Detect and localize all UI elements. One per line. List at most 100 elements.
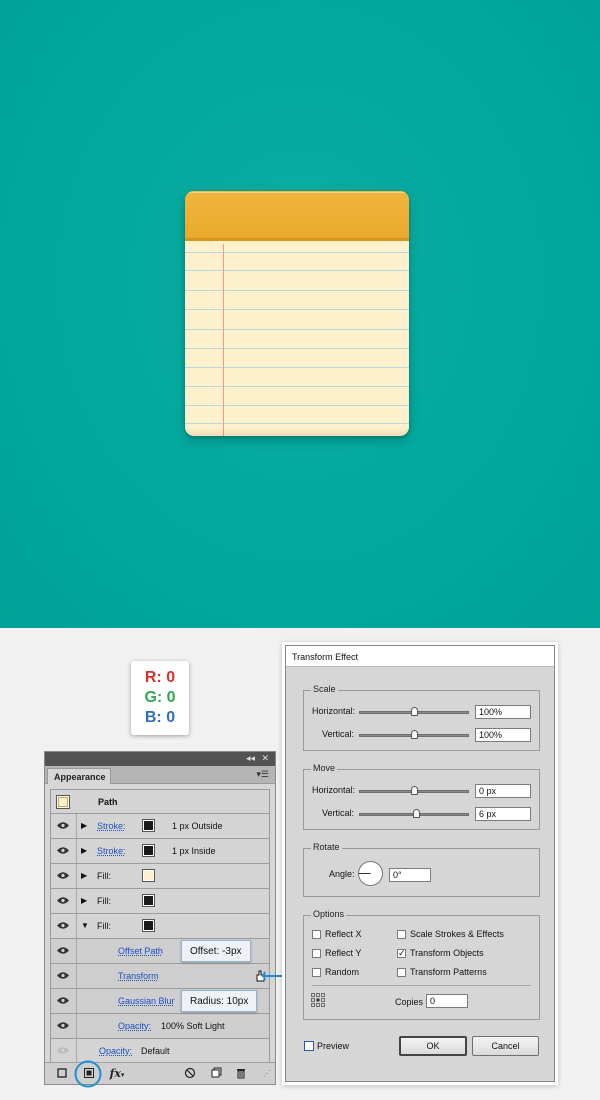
move-horizontal-input[interactable]: 0 px xyxy=(475,784,531,798)
move-horizontal-slider[interactable] xyxy=(411,786,418,795)
move-vertical-label: Vertical: xyxy=(322,808,355,818)
eye-icon[interactable] xyxy=(57,946,69,955)
close-panel-icon[interactable]: ✕ xyxy=(261,753,269,764)
expand-arrow-icon[interactable]: ▶ xyxy=(81,821,87,830)
rgb-color-card: R: 0 G: 0 B: 0 xyxy=(131,661,189,735)
notepad-rule-line xyxy=(185,367,409,368)
copies-input[interactable]: 0 xyxy=(426,994,468,1008)
resize-grip-icon[interactable]: ⋰ xyxy=(260,1067,274,1081)
options-group-label: Options xyxy=(311,909,347,919)
scale-group-label: Scale xyxy=(311,684,338,694)
scale-horizontal-input[interactable]: 100% xyxy=(475,705,531,719)
eye-icon[interactable] xyxy=(57,996,69,1005)
fill-swatch[interactable] xyxy=(142,869,155,882)
clear-appearance-icon[interactable] xyxy=(183,1067,197,1081)
stroke-detail: 1 px Inside xyxy=(172,846,216,856)
move-vertical-input[interactable]: 6 px xyxy=(475,807,531,821)
angle-dial-icon[interactable] xyxy=(357,860,384,887)
eye-icon[interactable] xyxy=(57,921,69,930)
object-opacity-link[interactable]: Opacity: xyxy=(99,1046,132,1056)
panel-menu-icon[interactable]: ▾☰ xyxy=(256,769,269,780)
notepad-rule-line xyxy=(185,348,409,349)
fill-row[interactable]: ▶ Fill: xyxy=(50,864,270,889)
gaussian-blur-link[interactable]: Gaussian Blur xyxy=(118,996,175,1006)
collapse-panel-icon[interactable]: ◂◂ xyxy=(246,753,255,764)
object-opacity-value: Default xyxy=(141,1046,170,1056)
dialog-title: Transform Effect xyxy=(286,646,554,667)
fill-swatch[interactable] xyxy=(142,919,155,932)
stroke-link[interactable]: Stroke: xyxy=(97,846,126,856)
notepad-illustration xyxy=(185,191,409,436)
scale-group: Scale Horizontal: 100% Vertical: 100% xyxy=(303,684,540,751)
notepad-rule-line xyxy=(185,386,409,387)
effect-row[interactable]: Opacity: 100% Soft Light xyxy=(50,1014,270,1039)
radius-callout: Radius: 10px xyxy=(181,990,258,1012)
scale-vertical-input[interactable]: 100% xyxy=(475,728,531,742)
transform-effect-dialog: Transform Effect Scale Horizontal: 100% … xyxy=(285,645,555,1082)
eye-icon[interactable] xyxy=(57,896,69,905)
effect-row[interactable]: Transform xyxy=(50,964,270,989)
tab-appearance[interactable]: Appearance xyxy=(47,768,111,784)
collapse-arrow-icon[interactable]: ▼ xyxy=(81,921,89,930)
scale-strokes-checkbox[interactable] xyxy=(397,930,406,939)
reflect-y-checkbox[interactable] xyxy=(312,949,321,958)
panel-titlebar[interactable]: ◂◂ ✕ xyxy=(45,752,275,766)
transform-patterns-checkbox[interactable] xyxy=(397,968,406,977)
random-label: Random xyxy=(325,967,360,977)
reflect-x-label: Reflect X xyxy=(325,929,362,939)
scale-horizontal-label: Horizontal: xyxy=(312,706,356,716)
expand-arrow-icon[interactable]: ▶ xyxy=(81,846,87,855)
eye-icon[interactable] xyxy=(57,871,69,880)
eye-icon[interactable] xyxy=(57,971,69,980)
stroke-row[interactable]: ▶ Stroke: 1 px Outside xyxy=(50,814,270,839)
appearance-list: Path ▶ Stroke: 1 px Outside ▶ Stroke: 1 … xyxy=(50,789,270,1064)
cancel-button[interactable]: Cancel xyxy=(472,1036,539,1056)
row-separator xyxy=(76,839,77,863)
highlight-ring xyxy=(74,1060,102,1088)
reference-point-icon[interactable] xyxy=(311,993,325,1007)
reflect-x-checkbox[interactable] xyxy=(312,930,321,939)
scale-vertical-label: Vertical: xyxy=(322,729,355,739)
row-separator xyxy=(76,989,77,1013)
transform-objects-checkbox[interactable]: ✓ xyxy=(397,949,406,958)
random-checkbox[interactable] xyxy=(312,968,321,977)
stroke-row[interactable]: ▶ Stroke: 1 px Inside xyxy=(50,839,270,864)
row-separator xyxy=(76,1014,77,1038)
fx-effects-icon[interactable]: fx▾ xyxy=(107,1067,127,1081)
angle-input[interactable]: 0° xyxy=(389,868,431,882)
fill-row-expanded[interactable]: ▼ Fill: xyxy=(50,914,270,939)
scale-vertical-slider[interactable] xyxy=(411,730,418,739)
expand-arrow-icon[interactable]: ▶ xyxy=(81,896,87,905)
add-new-stroke-icon[interactable] xyxy=(55,1067,69,1081)
eye-icon[interactable] xyxy=(57,821,69,830)
row-separator xyxy=(76,814,77,838)
preview-checkbox[interactable] xyxy=(304,1041,314,1051)
move-group: Move Horizontal: 0 px Vertical: 6 px xyxy=(303,763,540,830)
expand-arrow-icon[interactable]: ▶ xyxy=(81,871,87,880)
fill-swatch[interactable] xyxy=(142,894,155,907)
opacity-link[interactable]: Opacity: xyxy=(118,1021,151,1031)
duplicate-item-icon[interactable] xyxy=(209,1067,223,1081)
trash-icon[interactable] xyxy=(234,1067,248,1081)
stroke-swatch[interactable] xyxy=(142,844,155,857)
transform-patterns-label: Transform Patterns xyxy=(410,967,487,977)
stroke-swatch[interactable] xyxy=(142,819,155,832)
eye-icon[interactable] xyxy=(57,846,69,855)
transform-link[interactable]: Transform xyxy=(118,971,159,981)
fill-label: Fill: xyxy=(97,921,111,931)
stroke-detail: 1 px Outside xyxy=(172,821,223,831)
fill-row[interactable]: ▶ Fill: xyxy=(50,889,270,914)
fx-dropdown-arrow: ▾ xyxy=(120,1070,125,1079)
object-thumbnail xyxy=(56,795,70,809)
options-divider xyxy=(312,985,531,986)
copies-label: Copies xyxy=(395,997,424,1007)
object-header-row[interactable]: Path xyxy=(50,789,270,814)
notepad-header xyxy=(185,191,409,241)
stroke-link[interactable]: Stroke: xyxy=(97,821,126,831)
eye-icon[interactable] xyxy=(57,1021,69,1030)
offset-path-link[interactable]: Offset Path xyxy=(118,946,163,956)
scale-horizontal-slider[interactable] xyxy=(411,707,418,716)
notepad-rule-line xyxy=(185,405,409,406)
ok-button[interactable]: OK xyxy=(399,1036,467,1056)
move-vertical-slider[interactable] xyxy=(413,809,420,818)
